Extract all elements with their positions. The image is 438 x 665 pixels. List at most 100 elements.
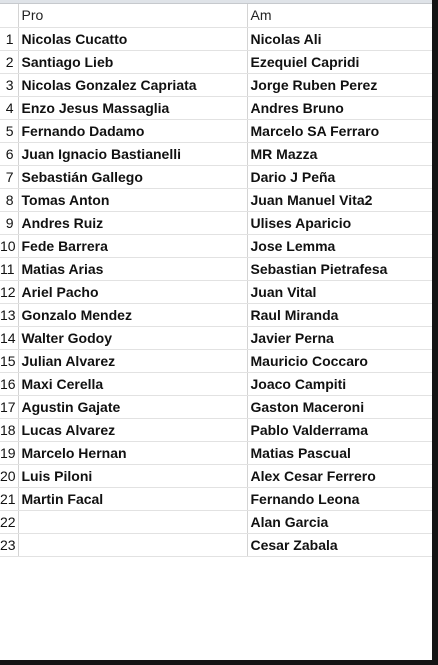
pro-name-cell[interactable]: Enzo Jesus Massaglia	[18, 96, 248, 120]
table-row: 14 Walter Godoy Javier Perna	[0, 326, 432, 350]
pro-name-cell[interactable]: Tomas Anton	[18, 188, 248, 212]
pro-name-cell[interactable]: Nicolas Cucatto	[18, 27, 248, 51]
row-number-cell[interactable]: 18	[0, 418, 19, 442]
row-number-cell[interactable]: 20	[0, 464, 19, 488]
am-name-cell[interactable]: Gaston Maceroni	[247, 395, 432, 419]
row-number-cell[interactable]: 5	[0, 119, 19, 143]
pro-name-cell[interactable]: Walter Godoy	[18, 326, 248, 350]
row-number-cell[interactable]: 12	[0, 280, 19, 304]
row-number-cell[interactable]: 9	[0, 211, 19, 235]
am-name-cell[interactable]: MR Mazza	[247, 142, 432, 166]
pro-name-cell[interactable]: Martin Facal	[18, 487, 248, 511]
row-number-cell[interactable]: 23	[0, 533, 19, 557]
table-row: 19 Marcelo Hernan Matias Pascual	[0, 441, 432, 465]
window-edge-right	[432, 0, 438, 665]
table-body: Pro Am 1 Nicolas Cucatto Nicolas Ali 2 Santi…	[0, 4, 432, 557]
table-row: 17 Agustin Gajate Gaston Maceroni	[0, 395, 432, 419]
table-row: 21 Martin Facal Fernando Leona	[0, 487, 432, 511]
am-name-cell[interactable]: Mauricio Coccaro	[247, 349, 432, 373]
row-number-cell[interactable]: 14	[0, 326, 19, 350]
am-name-cell[interactable]: Marcelo SA Ferraro	[247, 119, 432, 143]
am-name-cell[interactable]: Fernando Leona	[247, 487, 432, 511]
table-row: 20 Luis Piloni Alex Cesar Ferrero	[0, 464, 432, 488]
am-name-cell[interactable]: Andres Bruno	[247, 96, 432, 120]
am-name-cell[interactable]: Jorge Ruben Perez	[247, 73, 432, 97]
row-number-cell[interactable]: 7	[0, 165, 19, 189]
pro-name-cell[interactable]: Julian Alvarez	[18, 349, 248, 373]
table-row: 7 Sebastián Gallego Dario J Peña	[0, 165, 432, 189]
row-number-cell[interactable]: 21	[0, 487, 19, 511]
am-name-cell[interactable]: Alex Cesar Ferrero	[247, 464, 432, 488]
header-row: Pro Am	[0, 4, 432, 28]
header-cell-am[interactable]: Am	[247, 4, 432, 28]
row-number-cell[interactable]: 1	[0, 27, 19, 51]
row-number-cell[interactable]: 19	[0, 441, 19, 465]
pro-name-cell[interactable]: Fernando Dadamo	[18, 119, 248, 143]
pro-name-cell[interactable]: Santiago Lieb	[18, 50, 248, 74]
am-name-cell[interactable]: Joaco Campiti	[247, 372, 432, 396]
am-name-cell[interactable]: Ezequiel Capridi	[247, 50, 432, 74]
row-number-cell[interactable]: 22	[0, 510, 19, 534]
row-number-cell[interactable]: 8	[0, 188, 19, 212]
am-name-cell[interactable]: Dario J Peña	[247, 165, 432, 189]
table-row: 13 Gonzalo Mendez Raul Miranda	[0, 303, 432, 327]
am-name-cell[interactable]: Pablo Valderrama	[247, 418, 432, 442]
pro-name-cell[interactable]: Fede Barrera	[18, 234, 248, 258]
table-row: 15 Julian Alvarez Mauricio Coccaro	[0, 349, 432, 373]
spreadsheet: Pro Am 1 Nicolas Cucatto Nicolas Ali 2 Santi…	[0, 0, 432, 660]
table-row: 18 Lucas Alvarez Pablo Valderrama	[0, 418, 432, 442]
row-number-cell[interactable]: 15	[0, 349, 19, 373]
table-row: 2 Santiago Lieb Ezequiel Capridi	[0, 50, 432, 74]
am-name-cell[interactable]: Ulises Aparicio	[247, 211, 432, 235]
row-number-cell[interactable]: 13	[0, 303, 19, 327]
pro-name-cell[interactable]: Luis Piloni	[18, 464, 248, 488]
am-name-cell[interactable]: Juan Vital	[247, 280, 432, 304]
table-row: 5 Fernando Dadamo Marcelo SA Ferraro	[0, 119, 432, 143]
am-name-cell[interactable]: Javier Perna	[247, 326, 432, 350]
pro-name-cell[interactable]	[18, 533, 248, 557]
table-row: 10 Fede Barrera Jose Lemma	[0, 234, 432, 258]
table-row: 1 Nicolas Cucatto Nicolas Ali	[0, 27, 432, 51]
header-cell-pro[interactable]: Pro	[18, 4, 248, 28]
table-row: 22 Alan Garcia	[0, 510, 432, 534]
am-name-cell[interactable]: Nicolas Ali	[247, 27, 432, 51]
table-row: 16 Maxi Cerella Joaco Campiti	[0, 372, 432, 396]
pro-name-cell[interactable]: Agustin Gajate	[18, 395, 248, 419]
am-name-cell[interactable]: Sebastian Pietrafesa	[247, 257, 432, 281]
row-number-cell[interactable]: 10	[0, 234, 19, 258]
am-name-cell[interactable]: Alan Garcia	[247, 510, 432, 534]
row-number-cell[interactable]: 6	[0, 142, 19, 166]
am-name-cell[interactable]: Juan Manuel Vita2	[247, 188, 432, 212]
am-name-cell[interactable]: Jose Lemma	[247, 234, 432, 258]
pro-name-cell[interactable]: Ariel Pacho	[18, 280, 248, 304]
header-cell-num[interactable]	[0, 4, 19, 28]
table-row: 11 Matias Arias Sebastian Pietrafesa	[0, 257, 432, 281]
table-row: 8 Tomas Anton Juan Manuel Vita2	[0, 188, 432, 212]
am-name-cell[interactable]: Cesar Zabala	[247, 533, 432, 557]
pro-name-cell[interactable]: Sebastián Gallego	[18, 165, 248, 189]
pro-name-cell[interactable]: Andres Ruiz	[18, 211, 248, 235]
am-name-cell[interactable]: Raul Miranda	[247, 303, 432, 327]
table-row: 4 Enzo Jesus Massaglia Andres Bruno	[0, 96, 432, 120]
row-number-cell[interactable]: 3	[0, 73, 19, 97]
pro-name-cell[interactable]	[18, 510, 248, 534]
table-row: 9 Andres Ruiz Ulises Aparicio	[0, 211, 432, 235]
table-row: 3 Nicolas Gonzalez Capriata Jorge Ruben Pe…	[0, 73, 432, 97]
pro-name-cell[interactable]: Gonzalo Mendez	[18, 303, 248, 327]
pro-name-cell[interactable]: Lucas Alvarez	[18, 418, 248, 442]
window-edge-bottom	[0, 660, 438, 665]
pro-name-cell[interactable]: Juan Ignacio Bastianelli	[18, 142, 248, 166]
row-number-cell[interactable]: 4	[0, 96, 19, 120]
row-number-cell[interactable]: 16	[0, 372, 19, 396]
pro-name-cell[interactable]: Matias Arias	[18, 257, 248, 281]
row-number-cell[interactable]: 11	[0, 257, 19, 281]
am-name-cell[interactable]: Matias Pascual	[247, 441, 432, 465]
pro-name-cell[interactable]: Maxi Cerella	[18, 372, 248, 396]
row-number-cell[interactable]: 17	[0, 395, 19, 419]
table-row: 23 Cesar Zabala	[0, 533, 432, 557]
row-number-cell[interactable]: 2	[0, 50, 19, 74]
pro-name-cell[interactable]: Nicolas Gonzalez Capriata	[18, 73, 248, 97]
table-row: 12 Ariel Pacho Juan Vital	[0, 280, 432, 304]
table-row: 6 Juan Ignacio Bastianelli MR Mazza	[0, 142, 432, 166]
pro-name-cell[interactable]: Marcelo Hernan	[18, 441, 248, 465]
